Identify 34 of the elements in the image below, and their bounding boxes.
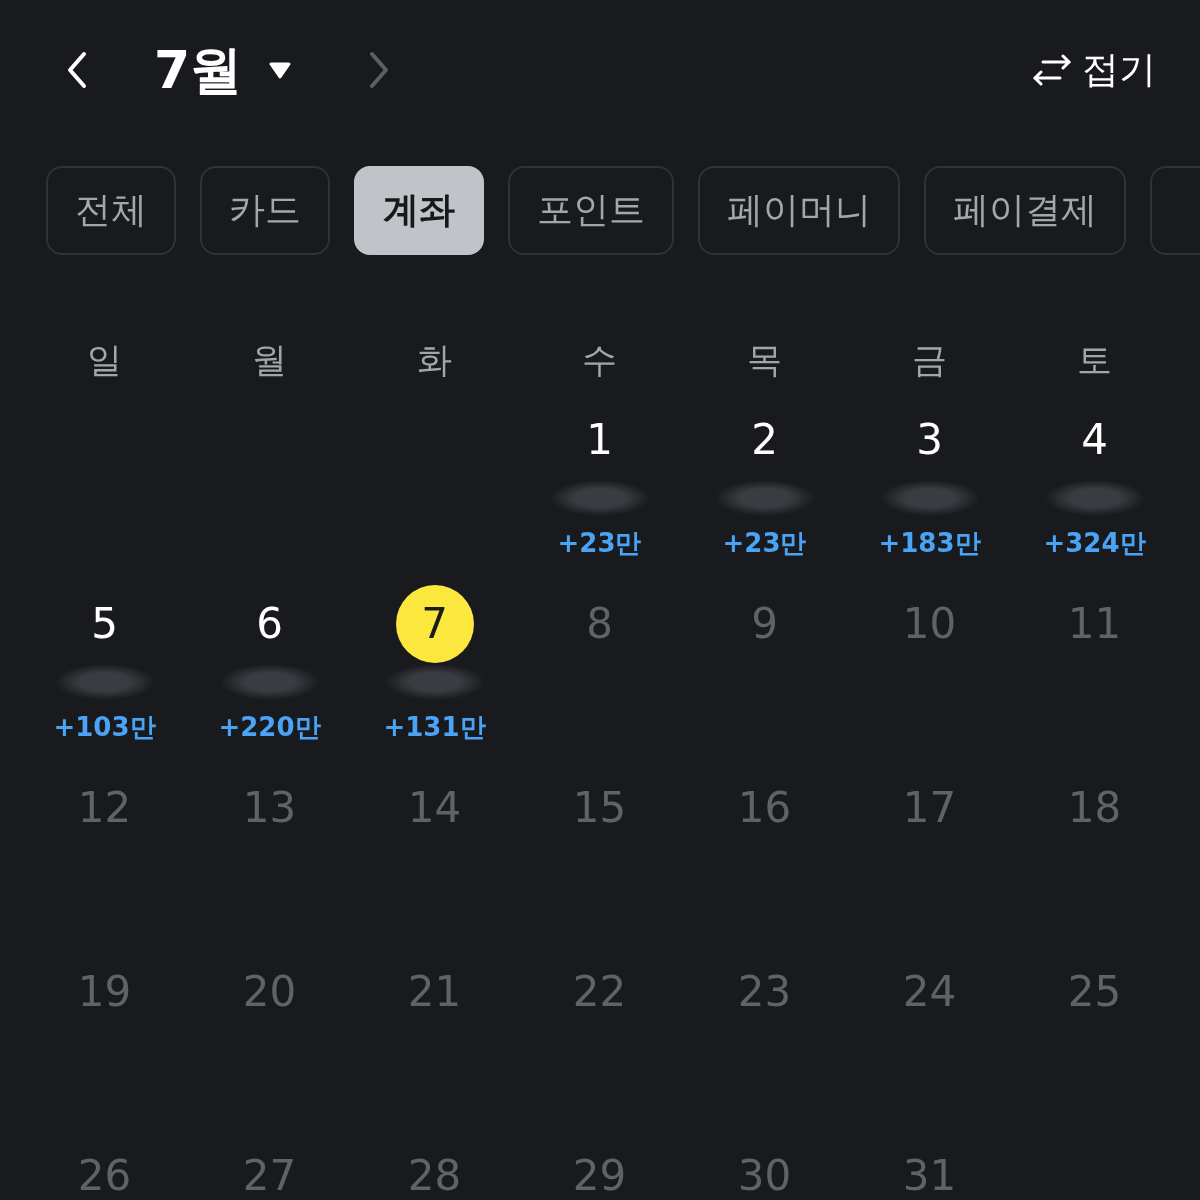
weekday-label: 목 xyxy=(747,339,782,382)
chevron-left-icon xyxy=(66,51,88,89)
income-amount: +103만 xyxy=(53,711,156,743)
day-number[interactable]: 7 xyxy=(395,585,474,663)
income-amount: +183만 xyxy=(878,527,981,559)
caret-down-icon xyxy=(268,61,293,79)
weekday-label: 수 xyxy=(582,339,617,382)
chevron-right-icon xyxy=(368,51,391,89)
filter-tab[interactable]: 카드 xyxy=(200,166,330,255)
weekday-label: 화 xyxy=(417,339,452,382)
weekday-label: 토 xyxy=(1077,339,1112,382)
day-number[interactable]: 1 xyxy=(586,416,613,464)
filter-tab[interactable]: 포인트 xyxy=(508,166,674,255)
day-number[interactable]: 4 xyxy=(1081,416,1108,464)
income-amount: +324만 xyxy=(1043,527,1146,559)
income-amount: +23만 xyxy=(557,527,642,559)
weekday-label: 월 xyxy=(252,339,287,382)
income-amount: +220만 xyxy=(218,711,321,743)
filter-tab[interactable]: 전체 xyxy=(46,166,176,255)
weekday-label: 일 xyxy=(87,339,122,382)
filter-tab[interactable]: 계좌 xyxy=(354,166,484,255)
day-number[interactable]: 5 xyxy=(91,600,118,648)
weekday-label: 금 xyxy=(912,339,947,382)
filter-tab[interactable]: 페이머니 xyxy=(698,166,900,255)
income-amount: +131만 xyxy=(383,711,486,743)
day-number[interactable]: 6 xyxy=(256,600,283,648)
day-number[interactable]: 3 xyxy=(916,416,943,464)
income-amount: +23만 xyxy=(722,527,807,559)
day-number[interactable]: 2 xyxy=(751,416,778,464)
filter-tab[interactable]: 페이결제 xyxy=(924,166,1126,255)
month-selector[interactable]: 7월 xyxy=(154,40,293,100)
swap-arrows-icon xyxy=(1032,54,1072,86)
collapse-button[interactable]: 접기 xyxy=(1032,48,1156,92)
previous-month-button[interactable] xyxy=(66,51,88,89)
